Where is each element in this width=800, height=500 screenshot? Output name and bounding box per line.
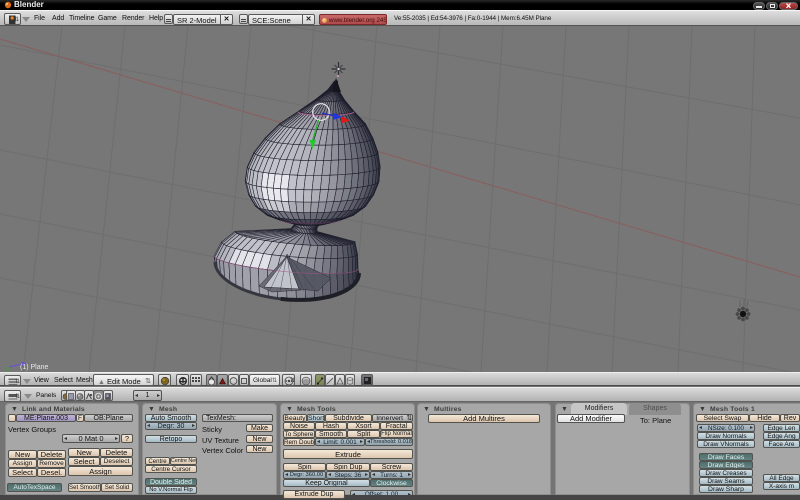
svg-text:(1) Plane: (1) Plane xyxy=(20,364,49,371)
